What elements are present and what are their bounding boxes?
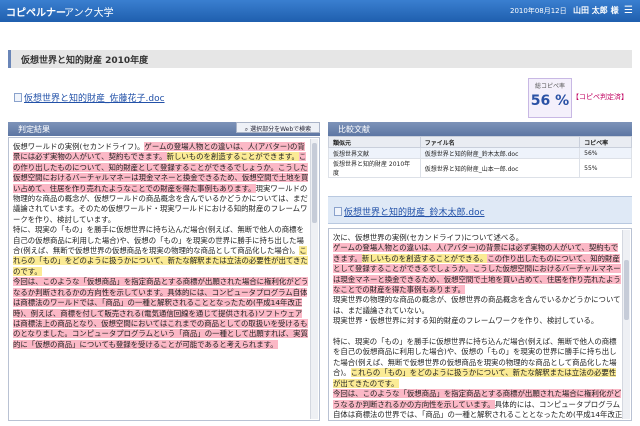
cell-source: 仮想世界文献 (328, 147, 421, 159)
scroll-thumb[interactable] (312, 143, 317, 223)
col-file: ファイル名 (419, 136, 581, 148)
scroll-thumb[interactable] (624, 260, 629, 320)
web-search-label: 選択部分をWebで検索 (250, 126, 312, 133)
left-panel-title: 判定結果 (18, 125, 50, 134)
highlight-yellow[interactable]: 新しいものを創造することができる。 (361, 253, 488, 263)
highlight-yellow[interactable]: これらの「もの」をどのように扱うかについて、新たな解釈または立法の必要性が出てき… (333, 368, 617, 388)
left-scrollbar[interactable] (310, 139, 318, 419)
report-body-text: 仮想ワールドの実例(セカンドライフ)。ゲームの登場人物との違いは、人(アバター)… (13, 142, 309, 350)
cell-file: 仮想世界と知的財産_鈴木太郎.doc (419, 147, 581, 159)
web-search-button[interactable]: ⌕ 選択部分をWebで検索 (236, 122, 320, 133)
report-file-name[interactable]: 仮想世界と知的財産_佐藤花子.doc (24, 94, 165, 104)
text-segment: 現実世界・仮想世界に対する知的財産のフレームワークを作り、検討している。 (333, 316, 599, 326)
table-header-row: 類似元 ファイル名 コピペ率 (328, 136, 632, 148)
judge-link[interactable]: 【コピペ判定済】 (572, 92, 628, 102)
app-header: コピペルナー アンク大学 2010年08月12日 山田 太郎 様 ☰ (0, 0, 640, 22)
report-title-bar: 仮想世界と知的財産 2010年度 (8, 50, 632, 68)
comparison-panel: 類似元 ファイル名 コピペ率 仮想世界文献 仮想世界と知的財産_鈴木太郎.doc… (328, 136, 632, 421)
hamburger-icon[interactable]: ☰ (624, 5, 633, 16)
cell-file: 仮想世界と知的財産_山本一郎.doc (419, 158, 581, 178)
text-segment: 次に、仮想世界の実例(セカンドライフ)について述べる。 (333, 233, 524, 242)
document-icon (334, 207, 342, 216)
source-file-link[interactable]: 仮想世界と知的財産_鈴木太郎.doc (334, 205, 485, 218)
report-title: 仮想世界と知的財産 2010年度 (21, 56, 149, 66)
right-panel-title: 比較文献 (338, 125, 370, 134)
app-logo: コピペルナー (6, 8, 66, 19)
copy-rate-box: 総コピペ率 56 % (528, 78, 572, 118)
cell-source: 仮想世界と知的財産 2010年度 (328, 158, 421, 178)
search-icon: ⌕ (244, 126, 249, 133)
cell-rate: 55% (579, 158, 632, 178)
university-name: アンク大学 (64, 8, 114, 19)
text-segment: 現実世界の物理的な商品の概念が、仮想世界の商品概念を含んでいるかどうかについては… (333, 295, 621, 315)
cell-rate: 56% (579, 147, 632, 159)
text-segment: 仮想ワールドの実例(セカンドライフ)。 (13, 142, 145, 151)
copy-rate-label: 総コピペ率 (534, 83, 565, 90)
copy-rate-value: 56 % (530, 93, 570, 109)
highlight-yellow[interactable]: 新しいものを創造することができます。 (166, 152, 299, 162)
right-scrollbar[interactable] (622, 230, 630, 419)
source-body-text: 次に、仮想世界の実例(セカンドライフ)について述べる。 ゲームの登場人物との違いは… (333, 233, 623, 420)
source-link-bar: 仮想世界と知的財産_鈴木太郎.doc (328, 196, 632, 224)
source-text-panel[interactable]: 次に、仮想世界の実例(セカンドライフ)について述べる。 ゲームの登場人物との違いは… (328, 228, 632, 421)
table-row[interactable]: 仮想世界文献 仮想世界と知的財産_鈴木太郎.doc 56% (328, 147, 632, 159)
current-date: 2010年08月12日 (510, 7, 567, 15)
col-rate: コピペ率 (579, 136, 632, 148)
source-file-name[interactable]: 仮想世界と知的財産_鈴木太郎.doc (344, 208, 485, 218)
document-icon (14, 93, 22, 102)
table-row[interactable]: 仮想世界と知的財産 2010年度 仮想世界と知的財産_山本一郎.doc 55% (328, 158, 632, 178)
text-segment: 特に、現実の「もの」を勝手に仮想世界に持ち込んだ場合(例えば、無断で他人の商標を… (13, 225, 304, 256)
user-name[interactable]: 山田 太郎 様 (573, 5, 619, 16)
right-panel-header: 比較文献 (328, 122, 632, 136)
source-table: 類似元 ファイル名 コピペ率 仮想世界文献 仮想世界と知的財産_鈴木太郎.doc… (328, 136, 632, 178)
left-text-panel[interactable]: 仮想ワールドの実例(セカンドライフ)。ゲームの登場人物との違いは、人(アバター)… (8, 137, 320, 421)
col-source: 類似元 (328, 136, 421, 148)
report-file-link[interactable]: 仮想世界と知的財産_佐藤花子.doc (14, 91, 165, 104)
